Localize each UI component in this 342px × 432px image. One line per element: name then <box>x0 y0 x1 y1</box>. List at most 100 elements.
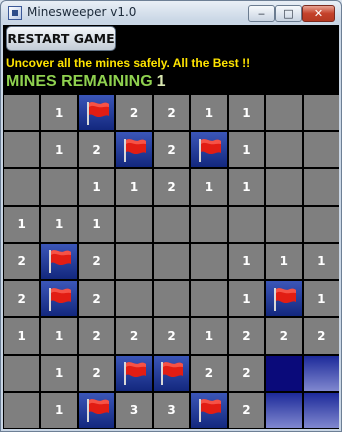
minefield-cell[interactable]: 3 <box>116 392 152 428</box>
maximize-button[interactable]: □ <box>275 5 302 22</box>
minefield-cell[interactable]: 2 <box>153 169 190 205</box>
minefield-cell[interactable] <box>116 206 152 242</box>
minefield-cell[interactable] <box>303 206 339 242</box>
minefield-cell[interactable] <box>4 355 40 391</box>
minefield-cell[interactable]: 1 <box>4 318 40 354</box>
minefield-cell[interactable] <box>303 132 339 168</box>
flagged-cell[interactable] <box>191 132 227 168</box>
minefield-cell[interactable] <box>266 132 302 168</box>
minefield-grid: 1221112211121111122111221111222122212221… <box>4 95 339 428</box>
unrevealed-cell[interactable] <box>266 392 302 428</box>
flag-icon <box>273 287 296 311</box>
flagged-cell[interactable] <box>266 281 302 317</box>
minefield-cell[interactable] <box>191 243 227 280</box>
minefield-cell[interactable]: 2 <box>4 281 40 317</box>
minefield-cell[interactable]: 1 <box>78 169 115 205</box>
minefield-cell[interactable]: 2 <box>4 243 40 280</box>
unrevealed-cell[interactable] <box>303 392 339 428</box>
minefield-cell[interactable] <box>153 243 190 280</box>
minefield-cell[interactable] <box>4 95 40 131</box>
minefield-cell[interactable]: 1 <box>4 206 40 242</box>
minefield-cell[interactable]: 1 <box>228 95 265 131</box>
flag-icon <box>86 101 109 125</box>
close-button[interactable]: ✕ <box>302 5 335 22</box>
flag-icon <box>49 250 72 274</box>
minefield-cell[interactable] <box>153 281 190 317</box>
flag-icon <box>86 399 109 423</box>
flag-icon <box>161 362 184 386</box>
app-icon <box>8 6 22 20</box>
minefield-cell[interactable]: 2 <box>266 318 302 354</box>
minefield-cell[interactable]: 1 <box>228 132 265 168</box>
minefield-cell[interactable]: 2 <box>228 392 265 428</box>
restart-game-button[interactable]: RESTART GAME <box>6 26 116 51</box>
window-title: Minesweeper v1.0 <box>27 5 137 19</box>
flagged-cell[interactable] <box>116 132 152 168</box>
minefield-cell[interactable] <box>4 392 40 428</box>
minefield-cell[interactable]: 3 <box>153 392 190 428</box>
minefield-cell[interactable]: 1 <box>191 95 227 131</box>
minefield-cell[interactable] <box>303 169 339 205</box>
flag-icon <box>124 138 147 162</box>
minefield-cell[interactable] <box>4 132 40 168</box>
minefield-cell[interactable]: 2 <box>116 95 152 131</box>
flagged-cell[interactable] <box>153 355 190 391</box>
minefield-cell[interactable] <box>266 206 302 242</box>
flag-icon <box>198 138 221 162</box>
flagged-cell[interactable] <box>41 243 77 280</box>
minefield-cell[interactable]: 2 <box>228 355 265 391</box>
minefield-cell[interactable] <box>266 169 302 205</box>
minefield-cell[interactable]: 1 <box>78 206 115 242</box>
minefield-cell[interactable]: 1 <box>41 95 77 131</box>
minefield-cell[interactable]: 2 <box>153 95 190 131</box>
minefield-cell[interactable]: 1 <box>303 243 339 280</box>
minefield-cell[interactable] <box>116 281 152 317</box>
mines-remaining: MINES REMAINING 1 <box>6 73 166 91</box>
minefield-cell[interactable]: 1 <box>228 281 265 317</box>
minefield-cell[interactable]: 1 <box>41 392 77 428</box>
minimize-button[interactable]: ‒ <box>248 5 275 22</box>
minefield-cell[interactable]: 1 <box>41 132 77 168</box>
minefield-cell[interactable] <box>303 95 339 131</box>
minefield-cell[interactable]: 1 <box>191 318 227 354</box>
minefield-cell[interactable]: 1 <box>41 318 77 354</box>
minefield-cell[interactable]: 2 <box>153 132 190 168</box>
unrevealed-cell-selected[interactable] <box>266 355 302 391</box>
minefield-cell[interactable]: 1 <box>191 169 227 205</box>
minefield-cell[interactable]: 1 <box>266 243 302 280</box>
minefield-cell[interactable]: 2 <box>191 355 227 391</box>
minefield-cell[interactable]: 1 <box>41 355 77 391</box>
flagged-cell[interactable] <box>41 281 77 317</box>
minefield-cell[interactable]: 2 <box>78 132 115 168</box>
flagged-cell[interactable] <box>78 392 115 428</box>
app-window: Minesweeper v1.0 ‒ □ ✕ RESTART GAME Unco… <box>0 0 342 432</box>
title-bar[interactable]: Minesweeper v1.0 ‒ □ ✕ <box>1 1 341 25</box>
minefield-cell[interactable] <box>191 206 227 242</box>
minefield-cell[interactable]: 1 <box>116 169 152 205</box>
flag-icon <box>49 287 72 311</box>
minefield-cell[interactable]: 2 <box>78 355 115 391</box>
minefield-cell[interactable]: 1 <box>41 206 77 242</box>
minefield-cell[interactable]: 2 <box>303 318 339 354</box>
minefield-cell[interactable]: 1 <box>303 281 339 317</box>
minefield-cell[interactable] <box>266 95 302 131</box>
status-message: Uncover all the mines safely. All the Be… <box>6 56 251 70</box>
flagged-cell[interactable] <box>191 392 227 428</box>
minefield-cell[interactable]: 2 <box>78 318 115 354</box>
minefield-cell[interactable] <box>41 169 77 205</box>
minefield-cell[interactable] <box>153 206 190 242</box>
flagged-cell[interactable] <box>116 355 152 391</box>
flagged-cell[interactable] <box>78 95 115 131</box>
minefield-cell[interactable]: 2 <box>78 281 115 317</box>
minefield-cell[interactable] <box>116 243 152 280</box>
minefield-cell[interactable]: 2 <box>116 318 152 354</box>
minefield-cell[interactable]: 2 <box>228 318 265 354</box>
minefield-cell[interactable] <box>228 206 265 242</box>
minefield-cell[interactable]: 2 <box>78 243 115 280</box>
minefield-cell[interactable]: 1 <box>228 243 265 280</box>
minefield-cell[interactable] <box>191 281 227 317</box>
unrevealed-cell[interactable] <box>303 355 339 391</box>
minefield-cell[interactable] <box>4 169 40 205</box>
minefield-cell[interactable]: 1 <box>228 169 265 205</box>
minefield-cell[interactable]: 2 <box>153 318 190 354</box>
